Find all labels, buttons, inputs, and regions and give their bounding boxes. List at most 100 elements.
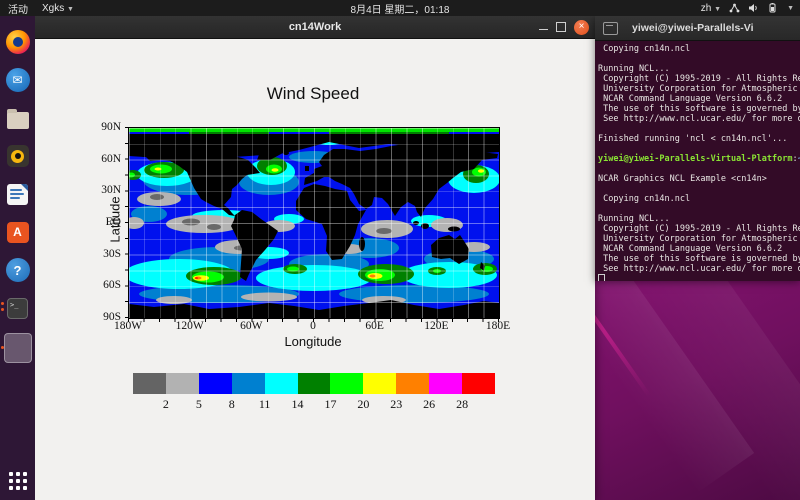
terminal-line: See http://www.ncl.ucar.edu/ for more de: [598, 264, 800, 274]
colorbar-cell: [298, 373, 331, 394]
terminal-cursor: [598, 274, 605, 281]
running-indicator-dot: [1, 308, 4, 311]
colorbar-label: 5: [196, 397, 202, 412]
terminal-line: [598, 184, 800, 194]
terminal-titlebar[interactable]: yiwei@yiwei-Parallels-Vi: [595, 16, 800, 41]
thunderbird-icon: ✉: [6, 68, 30, 92]
colorbar-cell: [166, 373, 199, 394]
y-tick-label: 60N: [93, 153, 121, 165]
dock-item-xgks-window[interactable]: [0, 327, 35, 369]
colorbar-cell: [265, 373, 298, 394]
colorbar-cell: [363, 373, 396, 394]
dock-item-files[interactable]: [0, 99, 35, 137]
volume-icon[interactable]: [748, 3, 759, 13]
dock-item-terminal[interactable]: >_: [0, 289, 35, 327]
y-tick-label: 90N: [93, 121, 121, 133]
y-tick-label: 30S: [93, 248, 121, 260]
window-title: cn14Work: [289, 21, 341, 33]
help-icon: ?: [6, 258, 30, 282]
colorbar-cell: [330, 373, 363, 394]
terminal-line: University Corporation for Atmospheric R: [598, 234, 800, 244]
terminal-line: Copying cn14n.ncl: [598, 44, 800, 54]
terminal-line: [598, 274, 800, 281]
chevron-down-icon: ▼: [714, 6, 721, 13]
x-tick-label: 0: [310, 320, 316, 332]
terminal-output[interactable]: Copying cn14n.ncl Running NCL... Copyrigh…: [595, 41, 800, 281]
minimize-button[interactable]: [539, 29, 548, 31]
dock-item-firefox[interactable]: [0, 23, 35, 61]
colorbar-label: 26: [423, 397, 435, 412]
terminal-line: Copyright (C) 1995-2019 - All Rights Res: [598, 74, 800, 84]
x-tick-label: 60W: [240, 320, 262, 332]
colorbar-label: 23: [390, 397, 402, 412]
dock-item-rhythmbox[interactable]: [0, 137, 35, 175]
world-map-contour-plot: [128, 127, 500, 319]
terminal-line: See http://www.ncl.ucar.edu/ for more de: [598, 114, 800, 124]
terminal-line: The use of this software is governed by: [598, 254, 800, 264]
colorbar-label: 20: [357, 397, 369, 412]
clock[interactable]: 8月4日 星期二，01:18: [0, 1, 800, 16]
x-tick-label: 60E: [365, 320, 384, 332]
window-icon: [603, 22, 618, 35]
terminal-line: Finished running 'ncl < cn14n.ncl'...: [598, 134, 800, 144]
x-tick-label: 120W: [176, 320, 204, 332]
dock: ✉ A ? >_: [0, 16, 35, 500]
network-icon[interactable]: [729, 3, 740, 13]
libreoffice-writer-icon: [7, 184, 28, 205]
colorbar-label: 8: [229, 397, 235, 412]
rhythmbox-icon: [7, 145, 29, 167]
y-tick-label: 60S: [93, 279, 121, 291]
terminal-line: [598, 124, 800, 134]
files-icon: [7, 112, 29, 129]
desktop-wallpaper: [595, 280, 800, 500]
x-tick-label: 120E: [424, 320, 448, 332]
y-tick-label: EQ: [93, 216, 121, 228]
terminal-line: [598, 144, 800, 154]
colorbar-label: 2: [163, 397, 169, 412]
plot-window-titlebar[interactable]: cn14Work ×: [35, 16, 595, 39]
show-applications-button[interactable]: [9, 472, 27, 490]
dock-item-libreoffice-writer[interactable]: [0, 175, 35, 213]
input-method-indicator[interactable]: zh ▼: [701, 3, 721, 14]
maximize-button[interactable]: [556, 22, 566, 32]
x-axis-label: Longitude: [128, 334, 498, 349]
colorbar-cell: [462, 373, 495, 394]
terminal-title: yiwei@yiwei-Parallels-Vi: [632, 22, 754, 34]
activities-button[interactable]: 活动: [8, 1, 28, 16]
terminal-line: Copyright (C) 1995-2019 - All Rights Res: [598, 224, 800, 234]
terminal-icon: >_: [7, 298, 28, 319]
close-button[interactable]: ×: [574, 20, 589, 35]
terminal-line: [598, 54, 800, 64]
x-tick-label: 180W: [114, 320, 142, 332]
colorbar: [133, 373, 495, 394]
battery-icon[interactable]: [767, 3, 779, 13]
plot-window: cn14Work × Wind Speed Latitude: [35, 16, 595, 500]
terminal-line: NCAR Command Language Version 6.6.2: [598, 94, 800, 104]
running-indicator-dot: [1, 302, 4, 305]
map-graphic: [129, 128, 499, 318]
dock-item-ubuntu-software[interactable]: A: [0, 213, 35, 251]
x-tick-label: 180E: [486, 320, 510, 332]
system-menu-caret-icon[interactable]: ▼: [787, 5, 794, 12]
terminal-line: [598, 204, 800, 214]
terminal-line: NCAR Command Language Version 6.6.2: [598, 244, 800, 254]
dock-item-help[interactable]: ?: [0, 251, 35, 289]
colorbar-label: 11: [259, 397, 271, 412]
colorbar-cell: [396, 373, 429, 394]
dock-item-thunderbird[interactable]: ✉: [0, 61, 35, 99]
terminal-line: yiwei@yiwei-Parallels-Virtual-Platform:~…: [598, 154, 800, 164]
terminal-line: NCAR Graphics NCL Example <cn14n>: [598, 174, 800, 184]
top-bar: 活动 Xgks ▼ 8月4日 星期二，01:18 zh ▼ ▼: [0, 0, 800, 16]
terminal-line: Running NCL...: [598, 64, 800, 74]
app-menu[interactable]: Xgks ▼: [42, 3, 74, 14]
terminal-window: yiwei@yiwei-Parallels-Vi Copying cn14n.n…: [595, 16, 800, 280]
terminal-line: [598, 164, 800, 174]
terminal-line: Running NCL...: [598, 214, 800, 224]
desktop: 活动 Xgks ▼ 8月4日 星期二，01:18 zh ▼ ▼ ✉ A ?: [0, 0, 800, 500]
ubuntu-software-icon: A: [7, 222, 29, 243]
colorbar-cell: [199, 373, 232, 394]
colorbar-label: 17: [324, 397, 336, 412]
terminal-line: University Corporation for Atmospheric R: [598, 84, 800, 94]
y-tick-label: 30N: [93, 184, 121, 196]
colorbar-label: 28: [456, 397, 468, 412]
